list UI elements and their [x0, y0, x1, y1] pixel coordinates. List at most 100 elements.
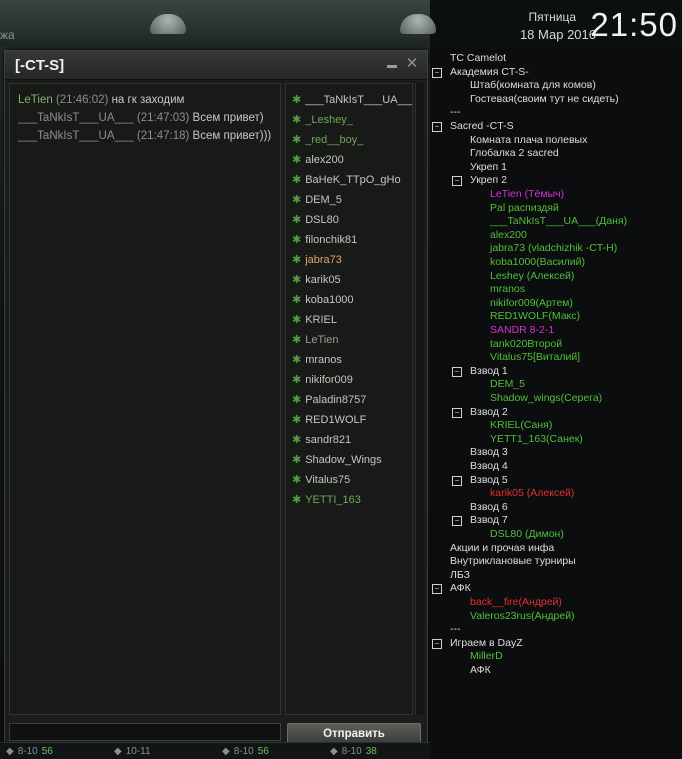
chat-titlebar[interactable]: [-CT-S] ✕ [5, 51, 427, 80]
ts-user[interactable]: Pal распиздяй [430, 202, 682, 215]
collapse-toggle-icon[interactable]: − [452, 407, 462, 418]
ts-user[interactable]: Shadow_wings(Серега) [430, 392, 682, 405]
ts-user[interactable]: karik05 (Алексей) [430, 487, 682, 500]
ts-channel[interactable]: ЛБЗ [430, 569, 682, 582]
ts-channel[interactable]: Взвод 6 [430, 501, 682, 514]
vehicle-tile[interactable]: ◆ 8-10 38 [324, 743, 430, 759]
ts-user[interactable]: nikifor009(Артем) [430, 297, 682, 310]
ts-channel[interactable]: − Взвод 7 [430, 514, 682, 527]
member-item[interactable]: ✱ ___TaNkIsT___UA___ [286, 90, 412, 110]
ts-channel[interactable]: Комната плача полевых [430, 134, 682, 147]
member-item[interactable]: ✱ RED1WOLF [286, 410, 412, 430]
ts-user[interactable]: YETT1_163(Санек) [430, 433, 682, 446]
member-item[interactable]: ✱ _red__boy_ [286, 130, 412, 150]
collapse-toggle-icon[interactable]: − [432, 122, 442, 132]
battle-tier-label: 10-11 [125, 745, 151, 757]
member-item[interactable]: ✱ filonchik81 [286, 230, 412, 250]
ts-user[interactable]: MillerD [430, 650, 682, 663]
ts-user[interactable]: SANDR 8-2-1 [430, 324, 682, 337]
ts-row-label: Leshey (Алексей) [490, 269, 575, 282]
member-item[interactable]: ✱ _Leshey_ [286, 110, 412, 130]
ts-channel[interactable]: − Играем в DayZ [430, 637, 682, 650]
minimize-icon[interactable] [385, 57, 399, 71]
ts-channel[interactable]: Внутриклановые турниры [430, 555, 682, 568]
ts-channel[interactable]: Гостевая(своим тут не сидеть) [430, 93, 682, 106]
ts-channel[interactable]: Взвод 3 [430, 446, 682, 459]
ts-channel[interactable]: − Укреп 2 [430, 174, 682, 187]
chat-message-input[interactable] [9, 723, 281, 741]
collapse-toggle-icon[interactable]: − [432, 67, 442, 78]
ts-channel[interactable]: − Взвод 5 [430, 474, 682, 487]
ts-user[interactable]: ___TaNkIsT___UA___(Даня) [430, 215, 682, 228]
ts-channel[interactable]: − Взвод 2 [430, 406, 682, 419]
ts-channel[interactable]: Укреп 1 [430, 161, 682, 174]
ts-user[interactable]: KRIEL(Саня) [430, 419, 682, 432]
member-item[interactable]: ✱ KRIEL [286, 310, 412, 330]
collapse-toggle-icon[interactable]: − [452, 366, 462, 377]
ts-user[interactable]: DEM_5 [430, 378, 682, 391]
member-item[interactable]: ✱ jabra73 [286, 250, 412, 270]
ts-user[interactable]: Leshey (Алексей) [430, 270, 682, 283]
collapse-toggle-icon[interactable]: − [452, 516, 462, 527]
ts-user[interactable]: mranos [430, 283, 682, 296]
member-item[interactable]: ✱ BaHeK_TTpO_gHo [286, 170, 412, 190]
member-item[interactable]: ✱ Shadow_Wings [286, 450, 412, 470]
message-author[interactable]: ___TaNkIsT___UA___ [18, 112, 134, 124]
collapse-toggle-icon[interactable]: − [452, 475, 462, 486]
ts-channel[interactable]: Штаб(комната для комов) [430, 79, 682, 92]
ts-user[interactable]: back__fire(Андрей) [430, 596, 682, 609]
ts-channel[interactable]: Глобалка 2 sacred [430, 147, 682, 160]
ts-row-label: Акции и прочая инфа [450, 541, 555, 554]
ts-channel[interactable]: --- [430, 106, 682, 119]
members-scrollbar[interactable] [415, 83, 424, 715]
member-item[interactable]: ✱ DSL80 [286, 210, 412, 230]
collapse-toggle-icon[interactable]: − [452, 176, 462, 187]
ts-channel[interactable]: TC Camelot [430, 52, 682, 65]
ts-user[interactable]: LeTien (Тёмыч) [430, 188, 682, 201]
ts-user[interactable]: DSL80 (Димон) [430, 528, 682, 541]
clock-day: Пятница [528, 10, 577, 24]
ts-user[interactable]: jabra73 (vladchizhik -CT-H) [430, 242, 682, 255]
ts-user[interactable]: alex200 [430, 229, 682, 242]
member-item[interactable]: ✱ LeTien [286, 330, 412, 350]
member-item[interactable]: ✱ karik05 [286, 270, 412, 290]
message-text: Всем привет) [192, 112, 264, 124]
ts-user[interactable]: koba1000(Василий) [430, 256, 682, 269]
message-author[interactable]: LeTien [18, 94, 53, 106]
member-item[interactable]: ✱ Vitalus75 [286, 470, 412, 490]
member-item[interactable]: ✱ sandr821 [286, 430, 412, 450]
vehicle-tile[interactable]: ◆ 8-10 56 [0, 743, 106, 759]
member-item[interactable]: ✱ mranos [286, 350, 412, 370]
ts-channel[interactable]: − АФК [430, 582, 682, 595]
member-item[interactable]: ✱ Paladin8757 [286, 390, 412, 410]
collapse-toggle-icon[interactable]: − [432, 584, 442, 595]
ts-user[interactable]: RED1WOLF(Макс) [430, 310, 682, 323]
member-item[interactable]: ✱ DEM_5 [286, 190, 412, 210]
ts-channel[interactable]: Взвод 4 [430, 460, 682, 473]
vehicle-count: 56 [257, 745, 269, 757]
close-icon[interactable]: ✕ [405, 56, 419, 71]
member-item[interactable]: ✱ YETTI_163 [286, 490, 412, 510]
ts-channel[interactable]: Акции и прочая инфа [430, 542, 682, 555]
member-item[interactable]: ✱ koba1000 [286, 290, 412, 310]
message-author[interactable]: ___TaNkIsT___UA___ [18, 130, 134, 142]
ts-user[interactable]: Valeros23rus(Андрей) [430, 610, 682, 623]
ts-channel[interactable]: АФК [430, 664, 682, 677]
ts-row-label: DSL80 (Димон) [490, 528, 564, 540]
ts-channel[interactable]: − Sacred -CT-S [430, 120, 682, 133]
message-text: Всем привет))) [192, 130, 272, 142]
ts-channel[interactable]: --- [430, 623, 682, 636]
member-item[interactable]: ✱ alex200 [286, 150, 412, 170]
ts-row-label: Pal распиздяй [490, 201, 559, 214]
ts-channel[interactable]: − Взвод 1 [430, 365, 682, 378]
ts-channel[interactable]: − Академия CT-S- [430, 66, 682, 79]
collapse-toggle-icon[interactable]: − [432, 638, 442, 649]
vehicle-tile[interactable]: ◆ 10-11 [108, 743, 214, 759]
member-name: sandr821 [305, 434, 352, 446]
ts-user[interactable]: tank020Второй [430, 338, 682, 351]
ts-row-label: karik05 (Алексей) [490, 487, 575, 500]
online-status-icon: ✱ [292, 274, 302, 286]
vehicle-tile[interactable]: ◆ 8-10 56 [216, 743, 322, 759]
member-item[interactable]: ✱ nikifor009 [286, 370, 412, 390]
ts-user[interactable]: Vitalus75[Виталий] [430, 351, 682, 364]
